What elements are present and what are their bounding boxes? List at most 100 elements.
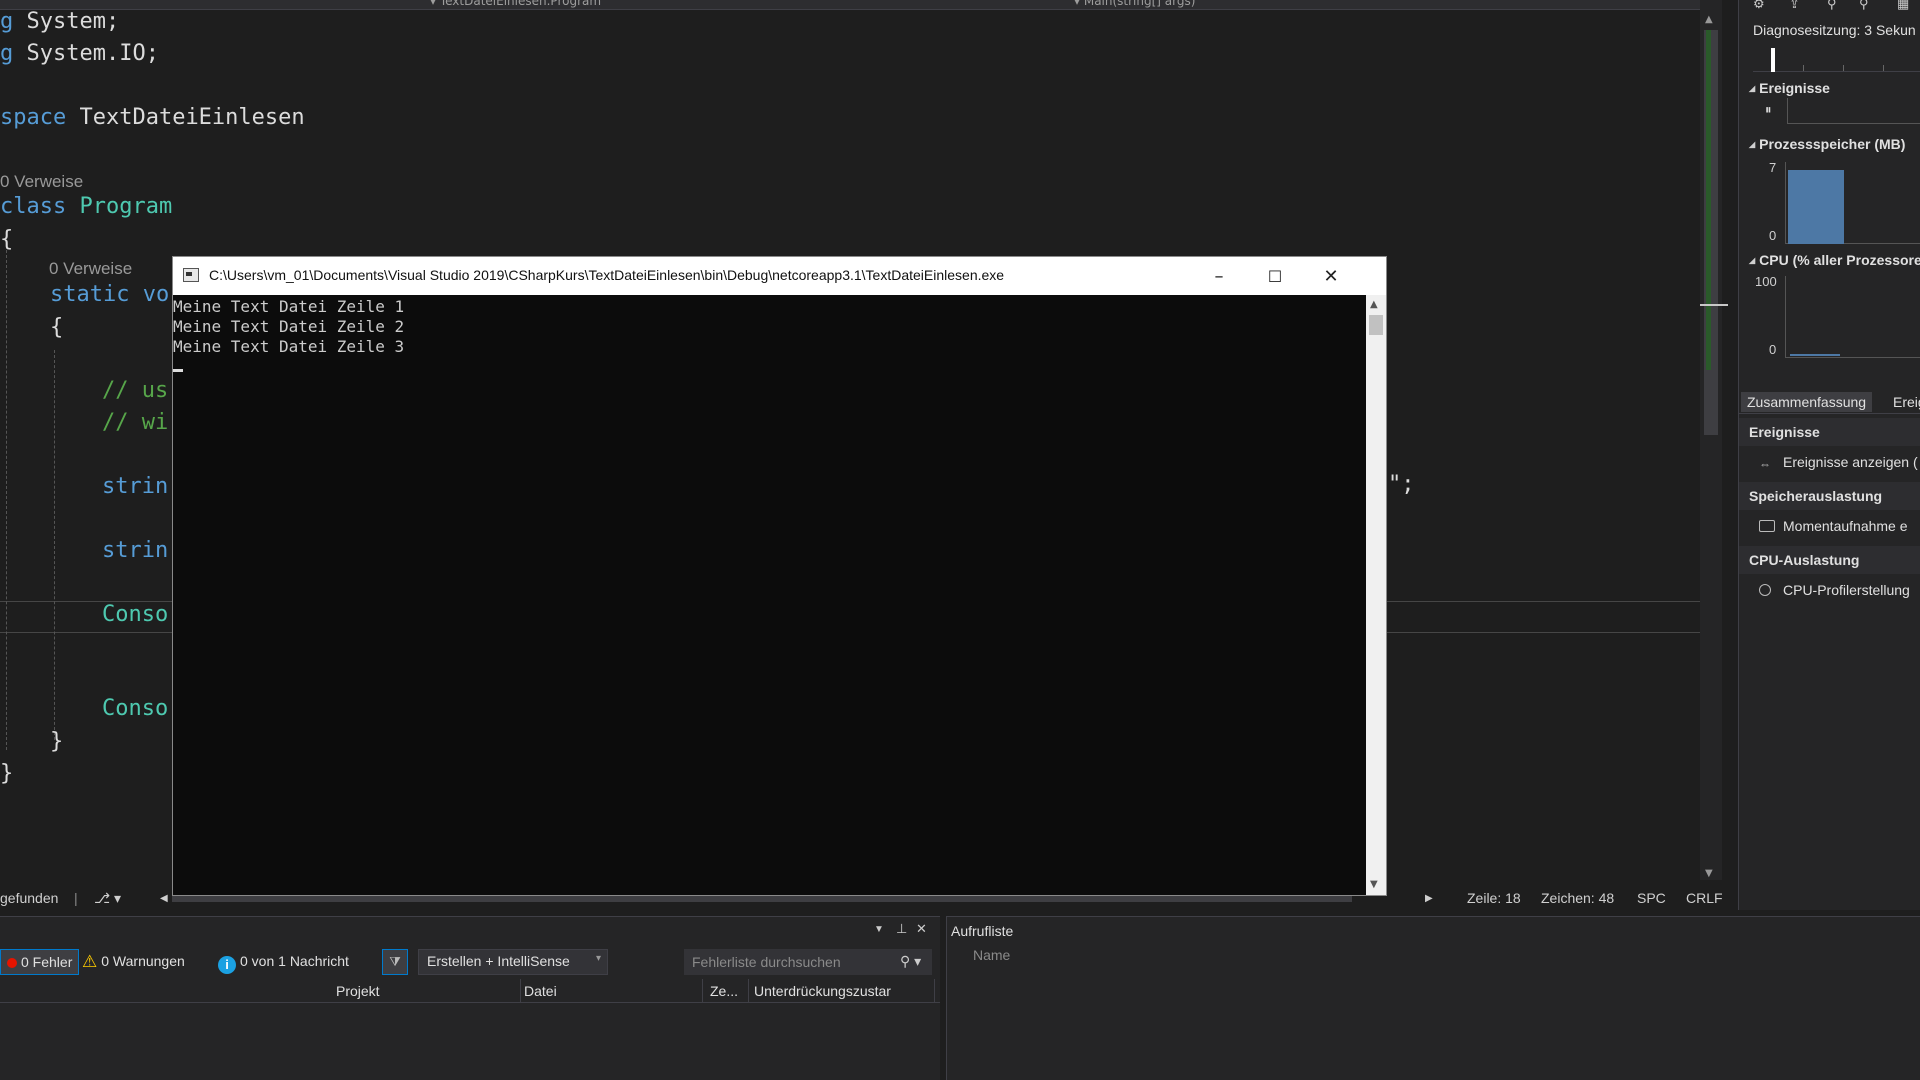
timeline-tick xyxy=(1843,65,1844,71)
column-name[interactable]: Name xyxy=(973,947,1010,963)
column-project[interactable]: Projekt xyxy=(336,983,380,999)
scroll-down-icon[interactable]: ▼ xyxy=(1370,879,1378,890)
cpu-profiling-toggle[interactable]: CPU-Profilerstellung xyxy=(1759,582,1910,598)
code-line[interactable]: } xyxy=(0,758,13,790)
console-scrollbar[interactable]: ▲ ▼ xyxy=(1366,295,1386,895)
console-app-icon[interactable] xyxy=(183,268,199,282)
error-icon xyxy=(7,958,17,968)
warnings-filter-button[interactable]: ⚠ 0 Warnungen xyxy=(76,949,191,975)
code-fragment: "; xyxy=(1388,472,1415,497)
diagnostic-tabs: Zusammenfassung Ereig xyxy=(1739,390,1920,414)
events-icon: ⇔ xyxy=(1759,457,1771,471)
code-comment[interactable]: // us xyxy=(102,375,168,407)
pin-icon[interactable]: ⊥ xyxy=(896,921,907,937)
cpu-line xyxy=(1790,354,1840,356)
scroll-left-icon[interactable]: ◀ xyxy=(160,893,168,904)
line-ending[interactable]: CRLF xyxy=(1686,890,1723,906)
dropdown-icon[interactable]: ▼ xyxy=(874,924,884,935)
indent-guide xyxy=(54,350,55,740)
error-list-panel: ▼ ⊥ ✕ 0 Fehler ⚠ 0 Warnungen i0 von 1 Nac… xyxy=(0,916,940,1080)
memory-bar xyxy=(1788,170,1844,244)
code-line[interactable]: space TextDateiEinlesen xyxy=(0,102,305,134)
scroll-up-icon[interactable]: ▲ xyxy=(1705,14,1713,25)
errors-filter-button[interactable]: 0 Fehler xyxy=(0,949,80,975)
console-line: Meine Text Datei Zeile 2 xyxy=(173,317,405,336)
diagnostic-timeline[interactable] xyxy=(1753,44,1920,72)
column-number: Zeichen: 48 xyxy=(1541,890,1615,906)
code-line[interactable]: } xyxy=(50,726,63,758)
cpu-axis-min: 0 xyxy=(1769,342,1777,357)
code-line[interactable]: { xyxy=(0,224,13,256)
close-icon[interactable]: ✕ xyxy=(916,921,927,937)
navbar-type-dropdown[interactable]: ▾ TextDateiEinlesen.Program xyxy=(430,0,601,8)
column-line[interactable]: Ze... xyxy=(710,983,738,999)
minimize-button[interactable]: – xyxy=(1191,257,1247,295)
scroll-right-icon[interactable]: ▶ xyxy=(1425,893,1433,904)
memory-axis-min: 0 xyxy=(1769,228,1777,243)
maximize-button[interactable]: ☐ xyxy=(1247,257,1303,295)
error-search-input[interactable] xyxy=(684,949,932,975)
timeline-tick xyxy=(1883,65,1884,71)
error-list-titlebar: ▼ ⊥ ✕ xyxy=(0,917,940,941)
code-keyword: space xyxy=(0,105,67,130)
export-icon[interactable]: ⇪ xyxy=(1789,0,1800,12)
code-text: System.IO; xyxy=(13,41,159,66)
column-separator xyxy=(520,979,521,1003)
code-line[interactable]: Conso xyxy=(102,599,168,631)
code-comment[interactable]: // wi xyxy=(102,407,168,439)
scroll-down-icon[interactable]: ▼ xyxy=(1705,868,1713,879)
messages-count: 0 von 1 Nachricht xyxy=(240,953,349,969)
pause-icon[interactable]: ⏸ xyxy=(1765,102,1772,118)
tab-summary[interactable]: Zusammenfassung xyxy=(1741,392,1873,412)
build-scope-value: Erstellen + IntelliSense xyxy=(427,953,570,969)
code-line[interactable]: { xyxy=(50,312,63,344)
take-snapshot-link[interactable]: Momentaufnahme e xyxy=(1759,518,1908,534)
tab-events[interactable]: Ereig xyxy=(1893,394,1920,410)
codelens-references[interactable]: 0 Verweise xyxy=(0,172,83,192)
cpu-profiling-label: CPU-Profilerstellung xyxy=(1783,582,1910,598)
layout-icon[interactable]: ▦ xyxy=(1897,0,1909,12)
code-line[interactable]: g System; xyxy=(0,6,119,38)
memory-header[interactable]: Prozessspeicher (MB) xyxy=(1749,136,1905,152)
zoom-in-icon[interactable]: ⚲ xyxy=(1827,0,1837,12)
scroll-up-icon[interactable]: ▲ xyxy=(1370,299,1378,310)
error-list-toolbar: 0 Fehler ⚠ 0 Warnungen i0 von 1 Nachricht… xyxy=(0,947,940,977)
diagnostic-tools-panel: ⚙ ⇪ ⚲ ⚲ ▦ Diagnosesitzung: 3 Sekun Ereig… xyxy=(1738,0,1920,910)
chevron-down-icon: ▾ xyxy=(595,953,601,964)
console-line: Meine Text Datei Zeile 3 xyxy=(173,337,405,356)
column-file[interactable]: Datei xyxy=(524,983,557,999)
events-header[interactable]: Ereignisse xyxy=(1749,80,1830,96)
editor-vertical-scrollbar[interactable]: ▲ ▼ xyxy=(1700,0,1722,880)
navbar-member-dropdown[interactable]: ▾ Main(string[] args) xyxy=(1074,0,1195,8)
whitespace-mode[interactable]: SPC xyxy=(1637,890,1666,906)
diagnostic-toolbar: ⚙ ⇪ ⚲ ⚲ ▦ xyxy=(1739,0,1920,14)
build-scope-dropdown[interactable]: Erstellen + IntelliSense ▾ xyxy=(418,949,608,975)
codelens-references[interactable]: 0 Verweise xyxy=(49,259,132,279)
column-suppression-state[interactable]: Unterdrückungszustar xyxy=(754,983,891,999)
code-keyword: g xyxy=(0,9,14,34)
code-line[interactable]: class Program xyxy=(0,191,172,223)
zoom-out-icon[interactable]: ⚲ xyxy=(1859,0,1869,12)
git-branch-icon[interactable]: ⎇ ▾ xyxy=(94,890,121,907)
show-events-link[interactable]: ⇔ Ereignisse anzeigen ( xyxy=(1759,454,1918,471)
code-line[interactable]: g System.IO; xyxy=(0,38,159,70)
code-line[interactable]: Conso xyxy=(102,693,168,725)
code-line[interactable]: strin xyxy=(102,535,168,567)
messages-filter-button[interactable]: i0 von 1 Nachricht xyxy=(212,949,355,975)
console-window[interactable]: C:\Users\vm_01\Documents\Visual Studio 2… xyxy=(172,256,1387,896)
show-events-label: Ereignisse anzeigen ( xyxy=(1783,454,1918,470)
console-output[interactable]: Meine Text Datei Zeile 1 Meine Text Date… xyxy=(173,295,1366,895)
settings-icon[interactable]: ⚙ xyxy=(1753,0,1765,12)
code-text: System; xyxy=(13,9,120,34)
close-button[interactable]: ✕ xyxy=(1303,257,1359,295)
code-line[interactable]: strin xyxy=(102,471,168,503)
code-line[interactable]: static vo xyxy=(50,279,169,311)
timeline-tick xyxy=(1803,65,1804,71)
cpu-header[interactable]: CPU (% aller Prozessore xyxy=(1749,252,1920,268)
search-icon[interactable]: ⚲ ▾ xyxy=(900,953,921,970)
scrollbar-thumb[interactable] xyxy=(1369,315,1383,335)
console-line: Meine Text Datei Zeile 1 xyxy=(173,297,405,316)
console-cursor xyxy=(173,369,183,372)
filter-icon[interactable]: ⧩ xyxy=(382,949,408,975)
console-titlebar[interactable]: C:\Users\vm_01\Documents\Visual Studio 2… xyxy=(173,257,1386,295)
